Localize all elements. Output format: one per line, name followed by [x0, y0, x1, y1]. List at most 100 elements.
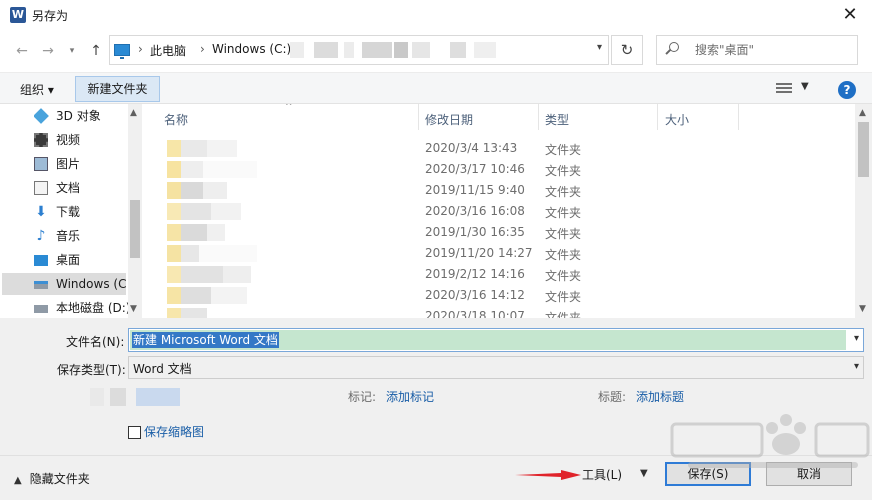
column-separator[interactable] [418, 104, 419, 130]
search-input[interactable] [695, 42, 845, 58]
address-bar[interactable]: › 此电脑 › Windows (C:) ▾ [109, 35, 609, 65]
organize-menu-button[interactable]: 组织 ▾ [20, 81, 54, 98]
save-as-dialog: W 另存为 ✕ ← → ▾ ↑ › 此电脑 › Windows (C:) ▾ ↻… [0, 0, 872, 500]
blurred-path-segment [412, 42, 430, 58]
chevron-down-icon[interactable]: ▾ [854, 333, 859, 344]
recent-locations-chevron-icon[interactable]: ▾ [62, 41, 82, 61]
search-icon [669, 42, 679, 52]
file-list-scrollbar[interactable]: ▲ ▼ [855, 104, 872, 318]
nav-item-video[interactable]: 视频 [34, 129, 129, 151]
blurred-author-field[interactable] [136, 388, 180, 406]
word-icon: W [10, 7, 26, 23]
breadcrumb-separator-icon: › [200, 42, 205, 56]
chevron-down-icon[interactable]: ▾ [854, 361, 859, 372]
column-header-size[interactable]: 大小 [665, 111, 689, 128]
drive-c-icon [34, 281, 48, 289]
scroll-up-arrow-icon[interactable]: ▲ [130, 108, 137, 118]
tools-chevron-down-icon[interactable]: ▼ [640, 468, 648, 479]
new-folder-button[interactable]: 新建文件夹 [75, 76, 160, 102]
blurred-path-segment [314, 42, 338, 58]
table-row[interactable]: 2020/3/16 14:12 文件夹 [143, 285, 855, 306]
help-icon[interactable]: ? [838, 81, 856, 99]
add-title-link[interactable]: 添加标题 [636, 388, 684, 405]
tags-label: 标记: [348, 390, 377, 404]
nav-item-windows-c[interactable]: Windows (C:) [2, 273, 126, 295]
blurred-folder-thumbnail [167, 203, 257, 220]
chevron-up-icon: ▲ [14, 475, 22, 486]
table-row[interactable]: 2019/11/20 14:27 文件夹 [143, 243, 855, 264]
blurred-path-segment [474, 42, 496, 58]
table-row[interactable]: 2020/3/18 10:07 文件夹 [143, 306, 855, 318]
filetype-label: 保存类型(T): [57, 363, 126, 377]
3d-objects-icon [34, 108, 49, 124]
search-box[interactable] [656, 35, 858, 65]
table-row[interactable]: 2020/3/4 13:43 文件夹 [143, 138, 855, 159]
scroll-down-arrow-icon[interactable]: ▼ [859, 304, 866, 314]
sort-ascending-icon: ^ [285, 104, 293, 112]
scroll-up-arrow-icon[interactable]: ▲ [859, 108, 866, 118]
column-header-type[interactable]: 类型 [545, 111, 569, 128]
blurred-path-segment [362, 42, 392, 58]
breadcrumb-separator-icon: › [138, 42, 143, 56]
up-arrow-icon[interactable]: ↑ [86, 41, 106, 61]
refresh-icon: ↻ [620, 41, 634, 59]
nav-item-3d-objects[interactable]: 3D 对象 [34, 105, 129, 127]
column-separator[interactable] [738, 104, 739, 130]
title-bar: W 另存为 ✕ [0, 0, 872, 30]
command-toolbar: 组织 ▾ 新建文件夹 ▼ ? [0, 72, 872, 104]
navigation-pane: 3D 对象 视频 图片 文档 ⬇ 下载 ♪ 音乐 桌面 Windows (C:) [0, 104, 143, 318]
title-label: 标题: [598, 390, 627, 404]
blurred-path-segment [394, 42, 408, 58]
desktop-icon [34, 255, 48, 266]
column-header-date[interactable]: 修改日期 [425, 111, 473, 128]
nav-item-pictures[interactable]: 图片 [34, 153, 129, 175]
hide-folders-toggle[interactable]: ▲ 隐藏文件夹 [14, 470, 90, 487]
blurred-author-field [90, 388, 104, 406]
close-button[interactable]: ✕ [828, 0, 872, 30]
table-row[interactable]: 2019/1/30 16:35 文件夹 [143, 222, 855, 243]
music-icon: ♪ [36, 228, 46, 244]
save-thumbnail-label[interactable]: 保存缩略图 [144, 423, 204, 440]
breadcrumb-this-pc[interactable]: 此电脑 [150, 42, 186, 59]
downloads-icon: ⬇ [35, 204, 47, 220]
drive-d-icon [34, 305, 48, 313]
pictures-icon [34, 157, 48, 171]
filetype-select[interactable]: Word 文档 ▾ [128, 356, 864, 379]
column-header-name[interactable]: 名称 [164, 111, 188, 128]
column-separator[interactable] [538, 104, 539, 130]
save-thumbnail-checkbox[interactable] [128, 426, 141, 439]
nav-item-drive-d[interactable]: 本地磁盘 (D:) [34, 297, 129, 319]
blurred-folder-thumbnail [167, 245, 257, 262]
breadcrumb-windows-c[interactable]: Windows (C:) [212, 42, 291, 56]
nav-item-downloads[interactable]: ⬇ 下载 [34, 201, 129, 223]
nav-pane-scroll-thumb[interactable] [130, 200, 140, 258]
blurred-folder-thumbnail [167, 287, 257, 304]
table-row[interactable]: 2020/3/16 16:08 文件夹 [143, 201, 855, 222]
forward-arrow-icon[interactable]: → [38, 41, 58, 61]
file-list: ^ 名称 修改日期 类型 大小 2020/3/4 13:43 文件夹 2020/… [143, 104, 855, 318]
column-separator[interactable] [657, 104, 658, 130]
blurred-author-field [110, 388, 126, 406]
blurred-folder-thumbnail [167, 308, 257, 318]
nav-item-desktop[interactable]: 桌面 [34, 249, 129, 271]
table-row[interactable]: 2019/2/12 14:16 文件夹 [143, 264, 855, 285]
nav-item-music[interactable]: ♪ 音乐 [34, 225, 129, 247]
file-list-scroll-thumb[interactable] [858, 122, 869, 177]
table-row[interactable]: 2019/11/15 9:40 文件夹 [143, 180, 855, 201]
blurred-folder-thumbnail [167, 182, 257, 199]
view-options-chevron-icon[interactable]: ▼ [801, 81, 809, 92]
blurred-folder-thumbnail [167, 266, 257, 283]
blurred-folder-thumbnail [167, 224, 257, 241]
refresh-button[interactable]: ↻ [611, 35, 643, 65]
address-dropdown-chevron-icon[interactable]: ▾ [597, 42, 602, 53]
filename-selected-text[interactable]: 新建 Microsoft Word 文档 [132, 332, 279, 348]
back-arrow-icon[interactable]: ← [12, 41, 32, 61]
scroll-down-arrow-icon[interactable]: ▼ [130, 304, 137, 314]
nav-pane-scrollbar[interactable]: ▲ ▼ [128, 104, 142, 318]
add-tags-link[interactable]: 添加标记 [386, 388, 434, 405]
table-row[interactable]: 2020/3/17 10:46 文件夹 [143, 159, 855, 180]
view-options-icon[interactable] [776, 83, 792, 95]
nav-item-documents[interactable]: 文档 [34, 177, 129, 199]
tools-menu-button[interactable]: 工具(L) [582, 466, 622, 483]
filename-combobox[interactable]: 新建 Microsoft Word 文档 ▾ [128, 328, 864, 352]
